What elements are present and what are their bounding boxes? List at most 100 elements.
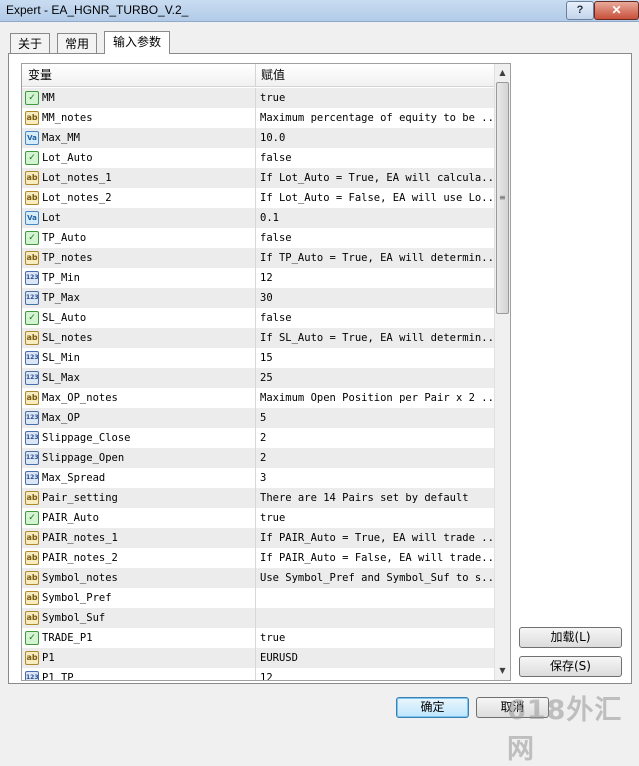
- table-row[interactable]: 123 SL_Min 15: [22, 348, 494, 368]
- table-row[interactable]: ab MM_notes Maximum percentage of equity t…: [22, 108, 494, 128]
- table-row[interactable]: ab Max_OP_notes Maximum Open Position per …: [22, 388, 494, 408]
- value-cell[interactable]: If Lot_Auto = False, EA will use Lo...: [257, 188, 494, 208]
- save-button[interactable]: 保存(S): [519, 656, 622, 677]
- table-row[interactable]: ✓ PAIR_Auto true: [22, 508, 494, 528]
- table-row[interactable]: ab Symbol_Suf: [22, 608, 494, 628]
- table-row[interactable]: ab Pair_setting There are 14 Pairs set by …: [22, 488, 494, 508]
- table-row[interactable]: ab Lot_notes_2 If Lot_Auto = False, EA wil…: [22, 188, 494, 208]
- value-cell[interactable]: Maximum percentage of equity to be ...: [257, 108, 494, 128]
- watermark: 618外汇网: [507, 695, 623, 765]
- value-cell[interactable]: 15: [257, 348, 494, 368]
- value-cell[interactable]: [257, 608, 494, 628]
- ok-button[interactable]: 确定: [396, 697, 469, 718]
- table-row[interactable]: 123 Slippage_Close 2: [22, 428, 494, 448]
- table-row[interactable]: ab PAIR_notes_2 If PAIR_Auto = False, EA w…: [22, 548, 494, 568]
- variable-name: TRADE_P1: [42, 632, 93, 644]
- scroll-up-arrow-icon[interactable]: ▲: [496, 65, 509, 81]
- variable-cell: ab Lot_notes_1: [22, 168, 256, 188]
- value-cell[interactable]: EURUSD: [257, 648, 494, 668]
- string-type-icon: ab: [25, 251, 39, 265]
- variable-name: Lot_Auto: [42, 152, 93, 164]
- variable-name: PAIR_notes_2: [42, 552, 118, 564]
- value-cell[interactable]: If TP_Auto = True, EA will determin...: [257, 248, 494, 268]
- tab-about[interactable]: 关于: [10, 33, 50, 54]
- load-button[interactable]: 加载(L): [519, 627, 622, 648]
- value-cell[interactable]: true: [257, 88, 494, 108]
- table-row[interactable]: ab Lot_notes_1 If Lot_Auto = True, EA will…: [22, 168, 494, 188]
- parameters-grid: 变量 赋值 ✓ MM true ab MM_notes Maximum percentag…: [21, 63, 511, 681]
- table-row[interactable]: ✓ TP_Auto false: [22, 228, 494, 248]
- int-type-icon: 123: [25, 671, 39, 680]
- value-cell[interactable]: 0.1: [257, 208, 494, 228]
- value-cell[interactable]: [257, 588, 494, 608]
- variable-name: Lot: [42, 212, 61, 224]
- close-button[interactable]: ✕: [594, 1, 639, 20]
- value-cell[interactable]: 3: [257, 468, 494, 488]
- column-header-value[interactable]: 赋值: [256, 64, 494, 86]
- table-row[interactable]: ab PAIR_notes_1 If PAIR_Auto = True, EA wi…: [22, 528, 494, 548]
- value-cell[interactable]: true: [257, 508, 494, 528]
- table-row[interactable]: ✓ SL_Auto false: [22, 308, 494, 328]
- scroll-down-arrow-icon[interactable]: ▼: [496, 663, 509, 679]
- int-type-icon: 123: [25, 451, 39, 465]
- variable-cell: 123 Max_OP: [22, 408, 256, 428]
- value-cell[interactable]: 12: [257, 268, 494, 288]
- table-row[interactable]: ✓ TRADE_P1 true: [22, 628, 494, 648]
- table-row[interactable]: ✓ MM true: [22, 88, 494, 108]
- string-type-icon: ab: [25, 171, 39, 185]
- value-cell[interactable]: false: [257, 308, 494, 328]
- value-cell[interactable]: Use Symbol_Pref and Symbol_Suf to s...: [257, 568, 494, 588]
- value-cell[interactable]: Maximum Open Position per Pair x 2 ...: [257, 388, 494, 408]
- value-cell[interactable]: There are 14 Pairs set by default: [257, 488, 494, 508]
- variable-name: P1_TP: [42, 672, 74, 681]
- variable-name: Lot_notes_1: [42, 172, 112, 184]
- table-row[interactable]: 123 SL_Max 25: [22, 368, 494, 388]
- variable-name: Max_OP_notes: [42, 392, 118, 404]
- string-type-icon: ab: [25, 491, 39, 505]
- tab-common[interactable]: 常用: [57, 33, 97, 54]
- variable-name: Slippage_Close: [42, 432, 131, 444]
- vertical-scrollbar[interactable]: ▲ ≡ ▼: [494, 64, 510, 680]
- value-cell[interactable]: 5: [257, 408, 494, 428]
- value-cell[interactable]: true: [257, 628, 494, 648]
- table-row[interactable]: ab Symbol_notes Use Symbol_Pref and Symbol…: [22, 568, 494, 588]
- value-cell[interactable]: 2: [257, 448, 494, 468]
- value-cell[interactable]: 25: [257, 368, 494, 388]
- table-row[interactable]: 123 TP_Min 12: [22, 268, 494, 288]
- column-header-variable[interactable]: 变量: [22, 64, 256, 86]
- value-cell[interactable]: 30: [257, 288, 494, 308]
- scrollbar-thumb[interactable]: ≡: [496, 82, 509, 314]
- variable-cell: ab P1: [22, 648, 256, 668]
- value-cell[interactable]: If PAIR_Auto = True, EA will trade ...: [257, 528, 494, 548]
- table-row[interactable]: 123 Max_OP 5: [22, 408, 494, 428]
- string-type-icon: ab: [25, 331, 39, 345]
- table-row[interactable]: 123 TP_Max 30: [22, 288, 494, 308]
- help-button[interactable]: ?: [566, 1, 594, 20]
- table-row[interactable]: 123 Max_Spread 3: [22, 468, 494, 488]
- value-cell[interactable]: false: [257, 228, 494, 248]
- table-row[interactable]: 123 P1_TP 12: [22, 668, 494, 681]
- table-row[interactable]: Va Lot 0.1: [22, 208, 494, 228]
- table-row[interactable]: ab P1 EURUSD: [22, 648, 494, 668]
- value-cell[interactable]: If SL_Auto = True, EA will determin...: [257, 328, 494, 348]
- table-row[interactable]: ab Symbol_Pref: [22, 588, 494, 608]
- table-row[interactable]: 123 Slippage_Open 2: [22, 448, 494, 468]
- value-cell[interactable]: false: [257, 148, 494, 168]
- value-cell[interactable]: If Lot_Auto = True, EA will calcula...: [257, 168, 494, 188]
- value-cell[interactable]: 2: [257, 428, 494, 448]
- table-row[interactable]: ab TP_notes If TP_Auto = True, EA will det…: [22, 248, 494, 268]
- value-cell[interactable]: 10.0: [257, 128, 494, 148]
- variable-cell: ab Symbol_Suf: [22, 608, 256, 628]
- variable-cell: ab Symbol_notes: [22, 568, 256, 588]
- value-cell[interactable]: If PAIR_Auto = False, EA will trade...: [257, 548, 494, 568]
- table-row[interactable]: ✓ Lot_Auto false: [22, 148, 494, 168]
- bool-type-icon: ✓: [25, 91, 39, 105]
- variable-name: MM: [42, 92, 55, 104]
- table-row[interactable]: Va Max_MM 10.0: [22, 128, 494, 148]
- variable-name: TP_Auto: [42, 232, 87, 244]
- window-title: Expert - EA_HGNR_TURBO_V.2_: [6, 3, 189, 17]
- table-row[interactable]: ab SL_notes If SL_Auto = True, EA will det…: [22, 328, 494, 348]
- variable-name: SL_Auto: [42, 312, 87, 324]
- value-cell[interactable]: 12: [257, 668, 494, 680]
- tab-inputs[interactable]: 输入参数: [104, 31, 170, 54]
